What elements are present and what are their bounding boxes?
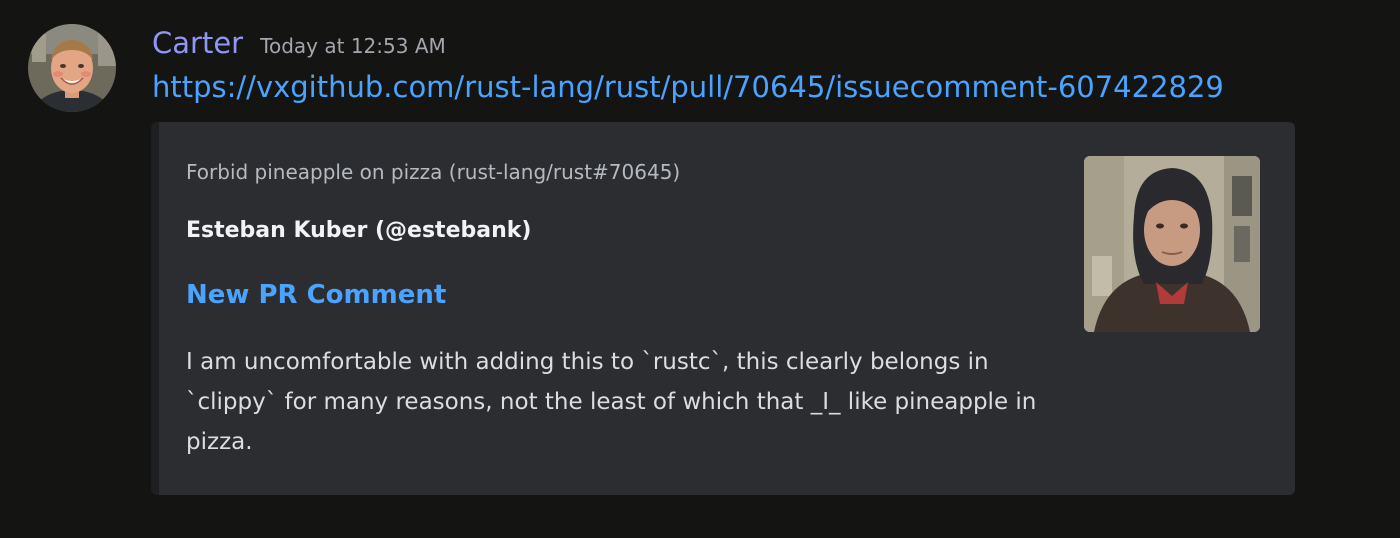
user-avatar[interactable] — [28, 24, 116, 112]
embed-description: I am uncomfortable with adding this to `… — [186, 349, 1037, 455]
username[interactable]: Carter — [152, 26, 243, 60]
link-embed: Forbid pineapple on pizza (rust-lang/rus… — [151, 122, 1295, 495]
message-link[interactable]: https://vxgithub.com/rust-lang/rust/pull… — [152, 70, 1224, 104]
author-photo-icon — [1084, 156, 1260, 332]
embed-title-link[interactable]: New PR Comment — [186, 280, 446, 310]
embed-provider: Forbid pineapple on pizza (rust-lang/rus… — [186, 160, 681, 184]
message-header: Carter Today at 12:53 AM — [152, 26, 446, 66]
user-avatar-icon — [28, 24, 116, 112]
timestamp[interactable]: Today at 12:53 AM — [260, 34, 446, 58]
embed-author: Esteban Kuber (@estebank) — [186, 218, 532, 243]
chat-message: Carter Today at 12:53 AM https://vxgithu… — [0, 0, 1400, 538]
embed-thumbnail[interactable] — [1084, 156, 1260, 332]
